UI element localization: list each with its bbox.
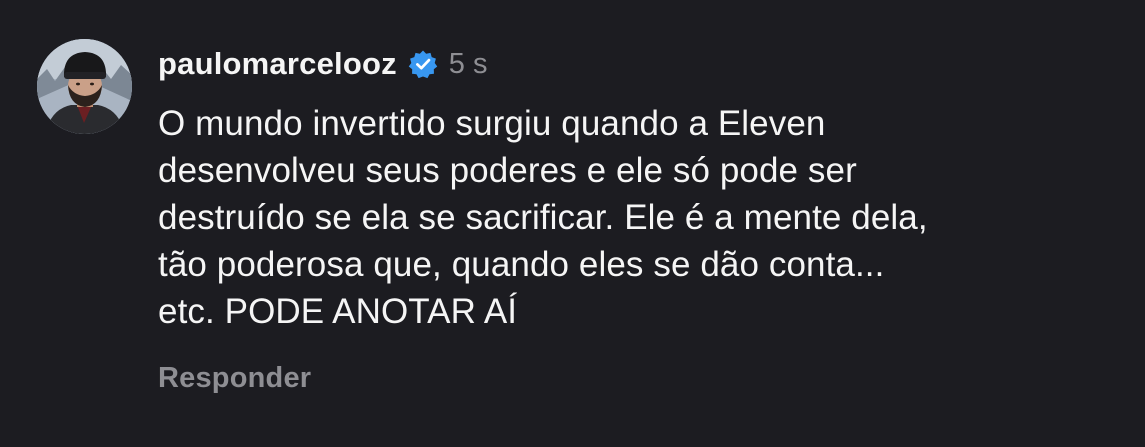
comment-item: paulomarcelooz 5 s O mundo invertido sur… xyxy=(0,0,1145,447)
verified-badge-icon xyxy=(408,49,438,79)
reply-button[interactable]: Responder xyxy=(158,362,311,395)
timestamp: 5 s xyxy=(448,47,488,80)
avatar[interactable] xyxy=(37,39,132,134)
username-link[interactable]: paulomarcelooz xyxy=(158,46,397,82)
comment-header: paulomarcelooz 5 s xyxy=(158,40,487,88)
comment-text: O mundo invertido surgiu quando a Eleven… xyxy=(158,104,928,331)
